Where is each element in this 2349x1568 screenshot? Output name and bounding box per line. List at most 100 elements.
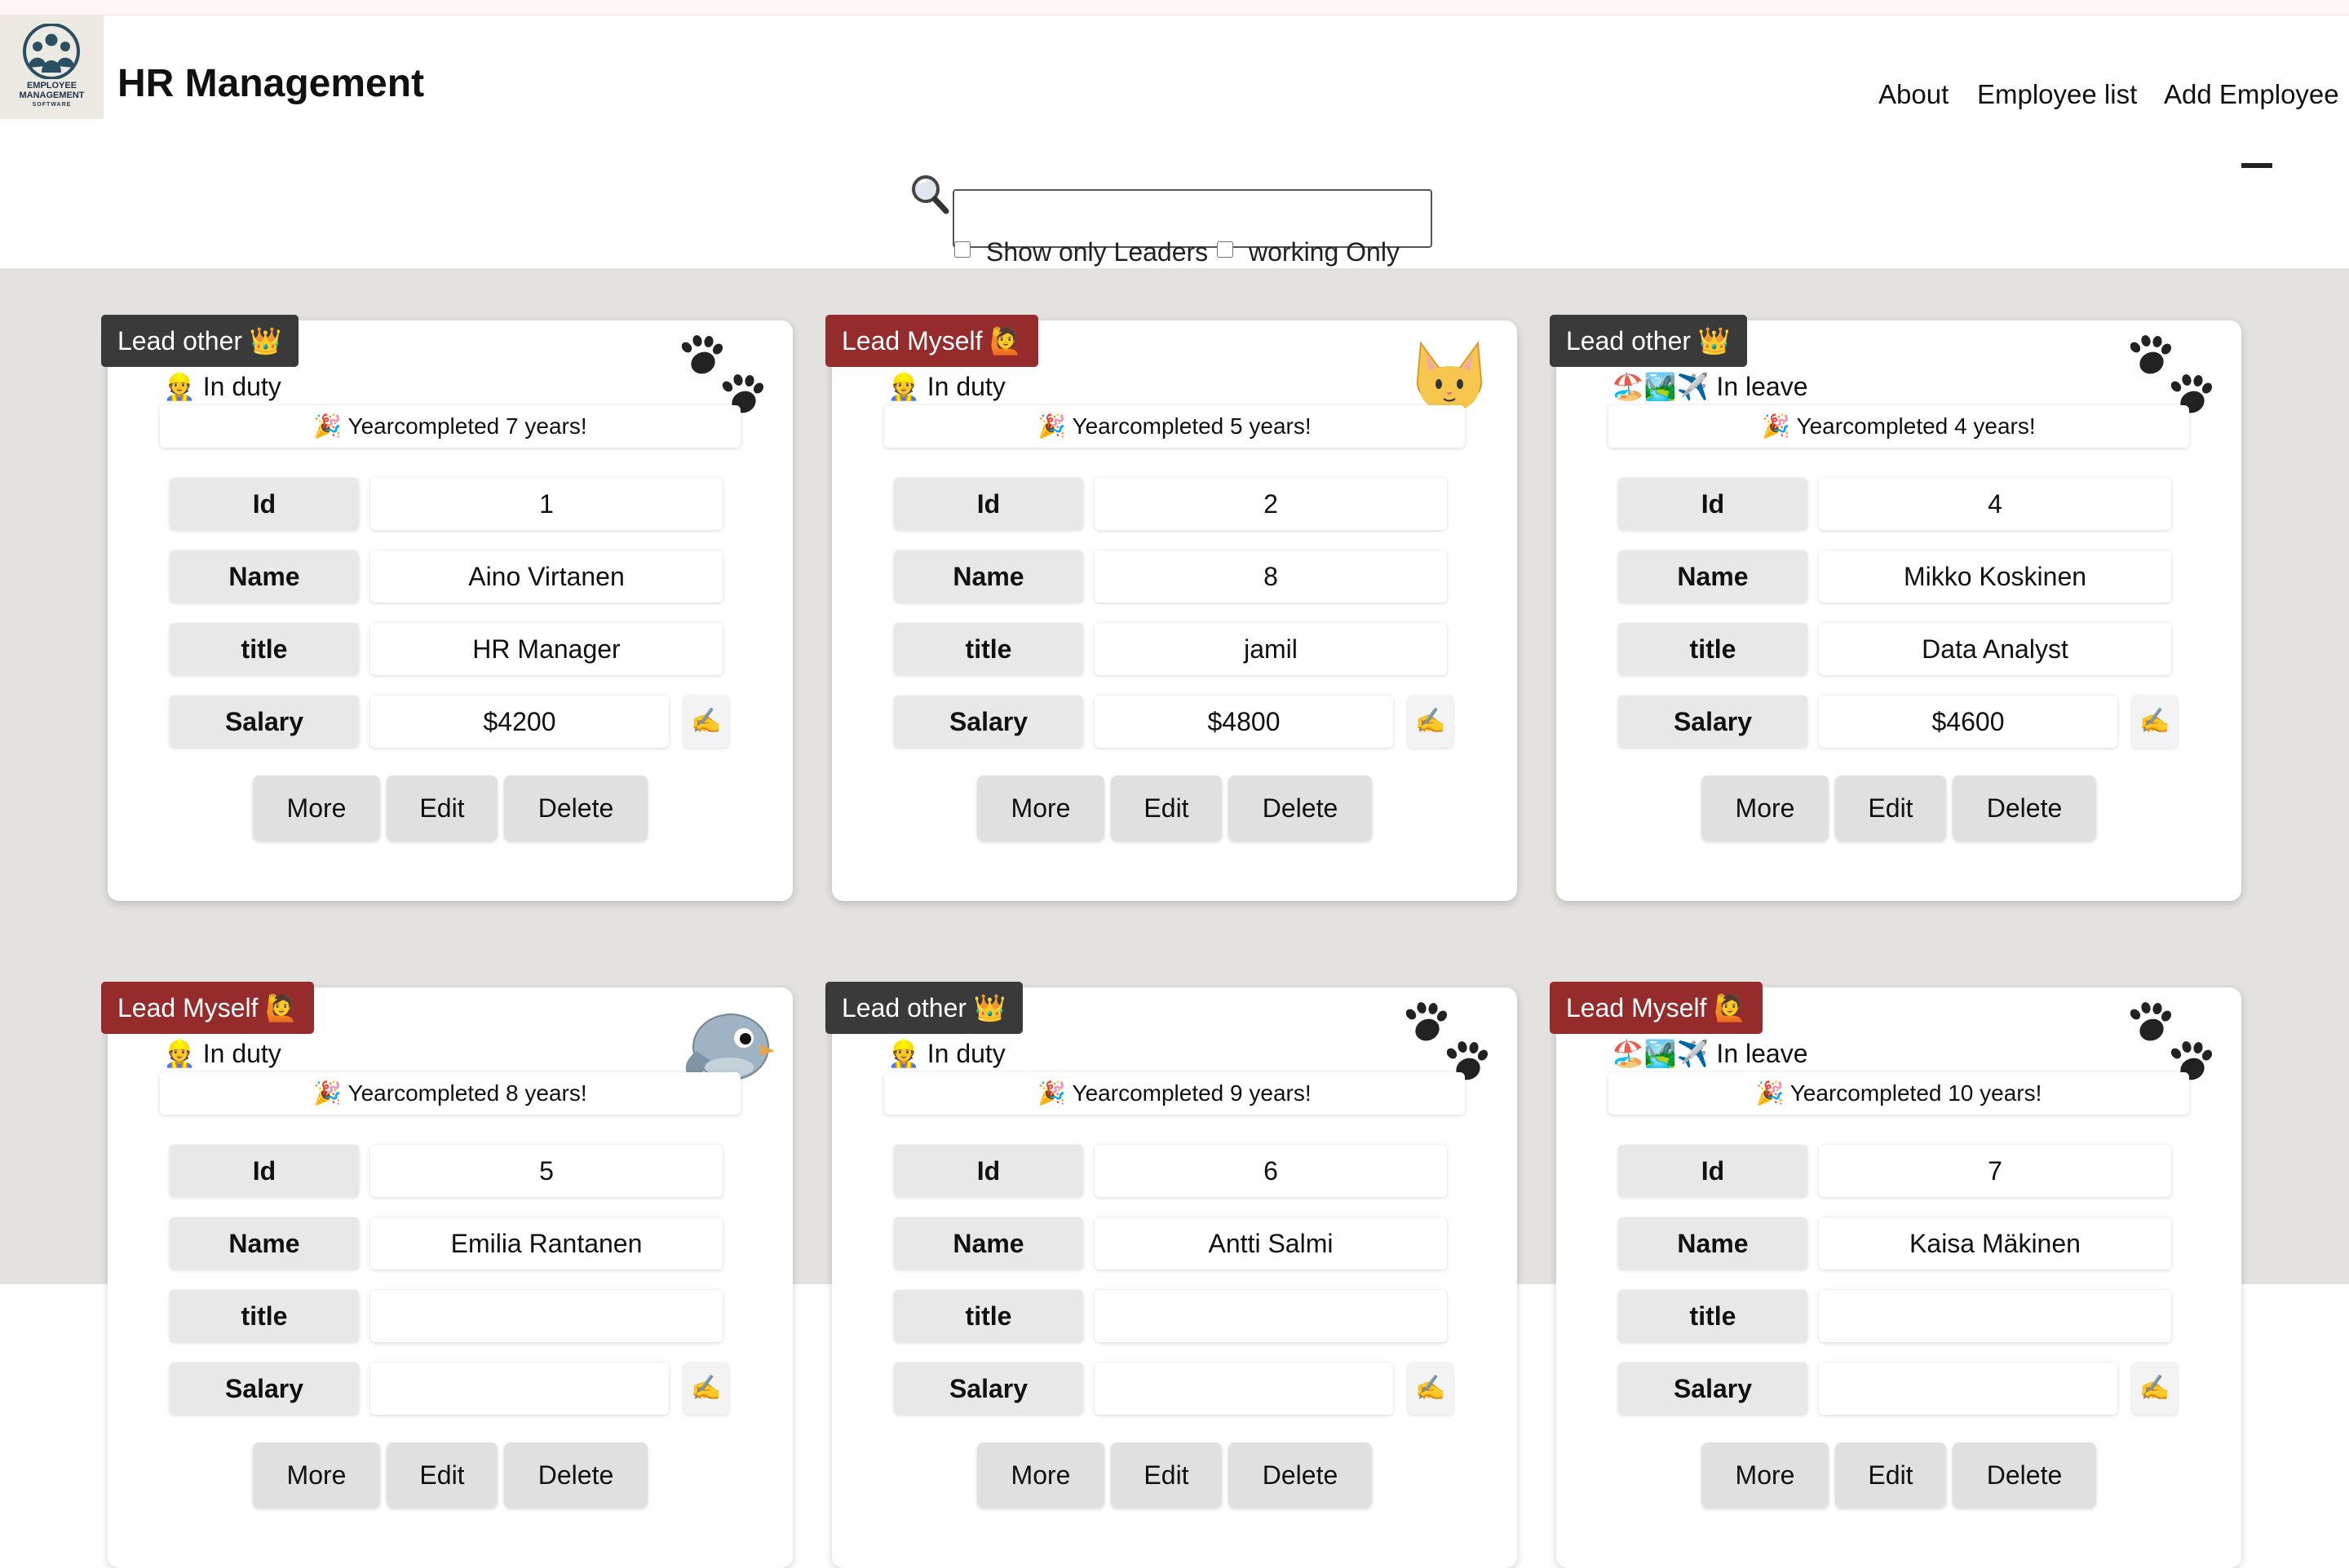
salary-label: Salary (170, 696, 359, 748)
status-label: 🏖️🏞️✈️ In leave (1612, 1039, 1808, 1068)
name-value: 8 (1095, 550, 1447, 603)
id-label: Id (894, 1145, 1083, 1197)
logo-text-line-1: EMPLOYEE (26, 81, 77, 91)
working-only-checkbox[interactable] (1217, 241, 1233, 258)
edit-button[interactable]: Edit (387, 775, 498, 841)
more-button[interactable]: More (977, 775, 1104, 841)
name-value: Kaisa Mäkinen (1819, 1217, 2171, 1270)
working-only-label: working Only (1249, 237, 1400, 267)
lead-badge: Lead Myself 🙋 (1550, 982, 1763, 1034)
name-value: Emilia Rantanen (370, 1217, 723, 1270)
status-label: 👷 In duty (163, 372, 281, 401)
title-value: jamil (1095, 623, 1447, 675)
employee-card: Lead Myself 🙋 👷 In duty 🎉 Yearcompleted … (101, 982, 793, 1568)
edit-salary-button[interactable]: ✍️ (683, 696, 729, 748)
name-label: Name (894, 550, 1083, 603)
nav-add-employee-link[interactable]: Add Employee (2164, 79, 2339, 110)
edit-button[interactable]: Edit (387, 1442, 498, 1508)
show-only-leaders-checkbox[interactable] (954, 241, 971, 258)
id-value: 1 (370, 478, 723, 530)
title-label: title (170, 1290, 359, 1342)
title-value: Data Analyst (1819, 623, 2171, 675)
edit-button[interactable]: Edit (1835, 775, 1946, 841)
edit-salary-button[interactable]: ✍️ (683, 1363, 729, 1415)
title-value: HR Manager (370, 623, 723, 675)
anniversary-banner: 🎉 Yearcompleted 8 years! (160, 1072, 741, 1115)
status-label: 🏖️🏞️✈️ In leave (1612, 372, 1808, 401)
name-value: Aino Virtanen (370, 550, 723, 603)
salary-value (370, 1363, 669, 1415)
title-label: title (1618, 623, 1807, 675)
edit-salary-button[interactable]: ✍️ (1408, 1363, 1453, 1415)
id-label: Id (170, 1145, 359, 1197)
more-button[interactable]: More (977, 1442, 1104, 1508)
salary-value (1095, 1363, 1393, 1415)
nav-employee-list-link[interactable]: Employee list (1977, 79, 2137, 110)
anniversary-banner: 🎉 Yearcompleted 7 years! (160, 405, 741, 448)
employee-card: Lead other 👑 👷 In duty 🎉 Yearcompleted 9… (825, 982, 1517, 1568)
more-button[interactable]: More (253, 775, 380, 841)
name-label: Name (1618, 550, 1807, 603)
anniversary-banner: 🎉 Yearcompleted 5 years! (884, 405, 1465, 448)
salary-value: $4200 (370, 696, 669, 748)
employee-card: Lead other 👑 🏖️🏞️✈️ In leave 🎉 Yearcompl… (1550, 315, 2241, 901)
salary-value: $4800 (1095, 696, 1393, 748)
edit-salary-button[interactable]: ✍️ (1408, 696, 1453, 748)
id-value: 7 (1819, 1145, 2171, 1197)
delete-button[interactable]: Delete (1953, 1442, 2096, 1508)
id-label: Id (1618, 478, 1807, 530)
edit-button[interactable]: Edit (1111, 775, 1222, 841)
status-label: 👷 In duty (887, 372, 1006, 401)
top-strip (0, 0, 2349, 15)
id-value: 5 (370, 1145, 723, 1197)
anniversary-banner: 🎉 Yearcompleted 4 years! (1608, 405, 2189, 448)
more-button[interactable]: More (1701, 775, 1829, 841)
lead-badge: Lead other 👑 (825, 982, 1023, 1034)
more-button[interactable]: More (253, 1442, 380, 1508)
name-value: Mikko Koskinen (1819, 550, 2171, 603)
app-header: EMPLOYEE MANAGEMENT SOFTWARE HR Manageme… (0, 15, 2349, 268)
more-button[interactable]: More (1701, 1442, 1829, 1508)
title-label: title (170, 623, 359, 675)
lead-badge: Lead Myself 🙋 (101, 982, 315, 1034)
lead-badge: Lead other 👑 (1550, 315, 1747, 367)
magnifier-icon (912, 175, 949, 214)
salary-label: Salary (894, 1363, 1083, 1415)
edit-button[interactable]: Edit (1111, 1442, 1222, 1508)
name-label: Name (894, 1217, 1083, 1270)
id-label: Id (1618, 1145, 1807, 1197)
lead-badge: Lead other 👑 (101, 315, 299, 367)
people-icon (23, 24, 80, 79)
title-value (1819, 1290, 2171, 1342)
name-label: Name (170, 1217, 359, 1270)
delete-button[interactable]: Delete (1228, 775, 1372, 841)
name-label: Name (170, 550, 359, 603)
logo-text-line-3: SOFTWARE (32, 102, 72, 108)
id-value: 2 (1095, 478, 1447, 530)
lead-badge: Lead Myself 🙋 (825, 315, 1039, 367)
id-value: 4 (1819, 478, 2171, 530)
title-value (370, 1290, 723, 1342)
status-label: 👷 In duty (887, 1039, 1006, 1068)
menu-toggle-button[interactable] (2241, 163, 2272, 168)
delete-button[interactable]: Delete (1228, 1442, 1372, 1508)
show-only-leaders-label: Show only Leaders (986, 237, 1209, 267)
anniversary-banner: 🎉 Yearcompleted 9 years! (884, 1072, 1465, 1115)
employee-card: Lead other 👑 👷 In duty 🎉 Yearcompleted 7… (101, 315, 793, 901)
nav-about-link[interactable]: About (1878, 79, 1949, 110)
name-label: Name (1618, 1217, 1807, 1270)
salary-label: Salary (894, 696, 1083, 748)
salary-value: $4600 (1819, 696, 2117, 748)
edit-salary-button[interactable]: ✍️ (2132, 696, 2178, 748)
employee-card: Lead Myself 🙋 👷 In duty 🎉 Yearcompleted … (825, 315, 1517, 901)
delete-button[interactable]: Delete (504, 1442, 648, 1508)
name-value: Antti Salmi (1095, 1217, 1447, 1270)
delete-button[interactable]: Delete (504, 775, 648, 841)
title-value (1095, 1290, 1447, 1342)
salary-label: Salary (1618, 696, 1807, 748)
id-label: Id (894, 478, 1083, 530)
delete-button[interactable]: Delete (1953, 775, 2096, 841)
id-value: 6 (1095, 1145, 1447, 1197)
edit-salary-button[interactable]: ✍️ (2132, 1363, 2178, 1415)
edit-button[interactable]: Edit (1835, 1442, 1946, 1508)
